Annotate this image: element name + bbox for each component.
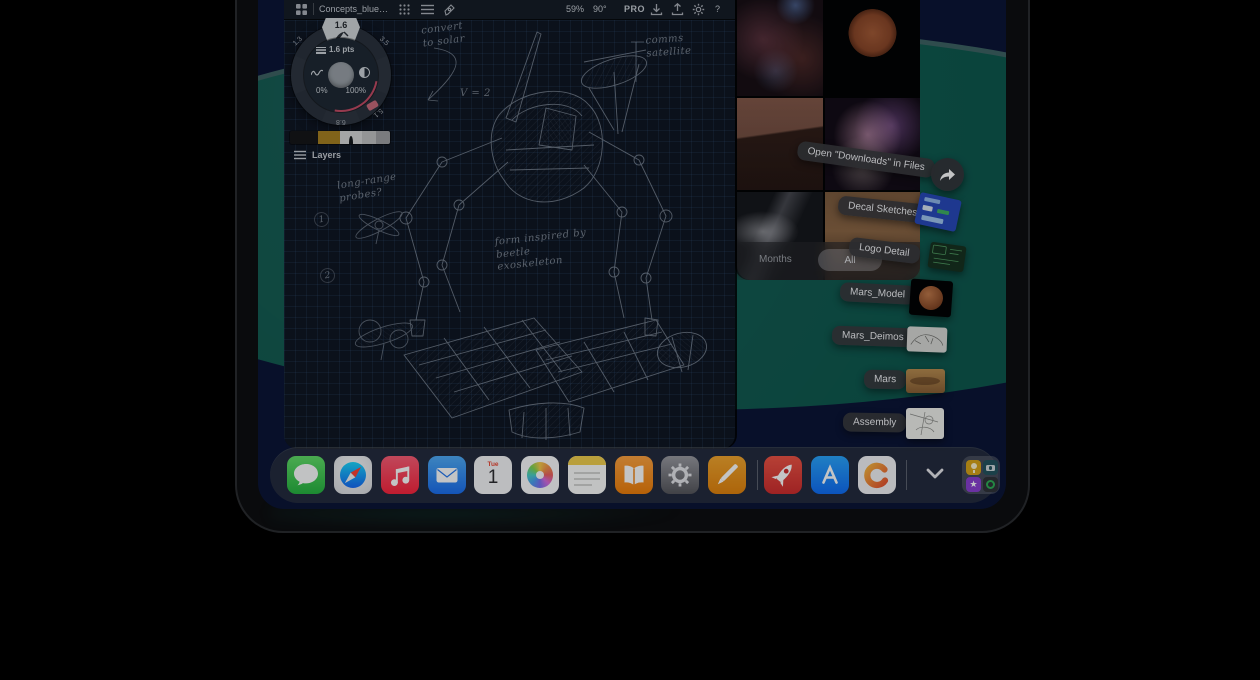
drag-label-assembly[interactable]: Assembly xyxy=(843,412,907,432)
help-button[interactable]: ? xyxy=(715,4,720,14)
swatch-dark-gray[interactable] xyxy=(376,131,390,144)
layers-label: Layers xyxy=(312,150,341,160)
photos-flower-icon xyxy=(527,462,553,488)
music-note-icon xyxy=(381,456,419,494)
ipad-screen: Concepts_blue… 59% 90° PRO ? xyxy=(258,0,1006,509)
toolbar-divider xyxy=(313,3,314,15)
dock-app-music[interactable] xyxy=(381,456,419,494)
swatch-gold[interactable] xyxy=(318,131,340,144)
stroke-weight-icon xyxy=(316,46,326,54)
dock: Tue 1 xyxy=(270,447,998,503)
swatch-gray[interactable] xyxy=(362,131,376,144)
dock-app-messages[interactable] xyxy=(287,456,325,494)
drag-thumb-mars-model[interactable] xyxy=(909,279,953,318)
brush-size-bottom[interactable]: 6.8 xyxy=(336,118,346,125)
app-library-clock-icon xyxy=(983,477,998,492)
calendar-day: 1 xyxy=(474,468,512,488)
dock-app-rocket[interactable] xyxy=(764,456,802,494)
drag-label-mars-model[interactable]: Mars_Model xyxy=(840,282,916,305)
photos-app-window: Months All xyxy=(737,0,920,280)
rotation-value[interactable]: 90° xyxy=(593,4,607,14)
export-share-icon[interactable] xyxy=(671,3,684,16)
dock-app-calendar[interactable]: Tue 1 xyxy=(474,456,512,494)
swatch-black[interactable] xyxy=(290,131,318,144)
mail-envelope-icon xyxy=(428,456,466,494)
concepts-app-window: Concepts_blue… 59% 90° PRO ? xyxy=(284,0,735,449)
photo-flame-nebula[interactable] xyxy=(737,0,823,96)
dock-app-settings[interactable] xyxy=(661,456,699,494)
opacity-min-label: 0% xyxy=(316,86,328,95)
drag-thumb-mars[interactable] xyxy=(906,369,945,393)
messages-bubble-icon xyxy=(287,456,325,494)
dock-app-concepts[interactable] xyxy=(858,456,896,494)
concepts-toolbar: Concepts_blue… 59% 90° PRO ? xyxy=(284,0,735,20)
safari-compass-icon xyxy=(334,456,372,494)
dock-app-library[interactable]: ★ xyxy=(962,456,1000,494)
segment-months[interactable]: Months xyxy=(759,254,792,265)
chevron-down-icon xyxy=(923,461,947,487)
color-preview-knob[interactable] xyxy=(328,62,354,88)
dock-app-books[interactable] xyxy=(615,456,653,494)
color-swatch-bar[interactable] xyxy=(290,131,390,144)
drag-label-mars[interactable]: Mars xyxy=(864,370,907,390)
notes-header-strip xyxy=(568,456,606,465)
dock-app-mail[interactable] xyxy=(428,456,466,494)
import-icon[interactable] xyxy=(650,3,663,16)
pen-tool-icon[interactable] xyxy=(443,3,456,16)
dock-app-safari[interactable] xyxy=(334,456,372,494)
photo-mars-planet[interactable] xyxy=(825,0,920,96)
app-library-tips-icon xyxy=(966,460,981,475)
selected-brush-size: 1.6 xyxy=(322,20,360,30)
brush-settings-disc[interactable]: 1.6 pts 0% 100% xyxy=(304,38,378,112)
document-title[interactable]: Concepts_blue… xyxy=(319,4,388,14)
settings-gear-glyph xyxy=(661,456,699,494)
settings-gear-icon[interactable] xyxy=(692,3,705,16)
workspace-grid-icon[interactable] xyxy=(295,3,308,16)
dock-app-notes[interactable] xyxy=(568,456,606,494)
swatch-light-gray[interactable] xyxy=(340,131,362,144)
annotation-version: V = 2 xyxy=(460,88,491,101)
dock-divider xyxy=(906,460,907,490)
device-reflection xyxy=(270,508,690,528)
concepts-c-icon xyxy=(858,456,896,494)
photo-orion-nebula[interactable] xyxy=(825,98,920,190)
drag-label-mars-deimos[interactable]: Mars_Deimos xyxy=(832,326,914,348)
layers-list-icon[interactable] xyxy=(420,3,435,16)
zoom-level[interactable]: 59% xyxy=(566,4,584,14)
app-library-star-icon: ★ xyxy=(966,477,981,492)
opacity-max-label: 100% xyxy=(346,86,366,95)
hamburger-icon xyxy=(294,150,306,160)
dot-grid-icon[interactable] xyxy=(398,3,411,16)
app-library-camera-icon xyxy=(983,460,998,475)
annotation-comms-satellite: comms satellite xyxy=(645,32,692,60)
opacity-icon[interactable] xyxy=(359,67,370,78)
share-forward-button[interactable] xyxy=(931,158,964,191)
drag-thumb-assembly[interactable] xyxy=(906,408,944,439)
pro-badge[interactable]: PRO xyxy=(624,4,645,14)
linea-pen-icon xyxy=(708,456,746,494)
brush-tool-wheel[interactable]: 1.6 1.3 3.5 6.8 5.1 1.6 pts 0% 100% xyxy=(291,25,391,125)
selected-swatch-dot xyxy=(349,136,353,145)
dock-app-linea[interactable] xyxy=(708,456,746,494)
forward-arrow-icon xyxy=(939,168,956,182)
dock-app-appstore[interactable] xyxy=(811,456,849,494)
rocket-icon xyxy=(764,456,802,494)
dock-divider xyxy=(757,460,758,490)
annotation-convert-to-solar: convert to solar xyxy=(421,21,466,51)
appstore-a-icon xyxy=(811,456,849,494)
dock-collapse-chevron[interactable] xyxy=(923,461,947,487)
dock-app-photos[interactable] xyxy=(521,456,559,494)
stroke-size-label[interactable]: 1.6 pts xyxy=(329,45,354,54)
drag-thumb-logo-detail[interactable] xyxy=(927,242,966,273)
books-open-book-icon xyxy=(615,456,653,494)
layers-button[interactable]: Layers xyxy=(294,150,341,160)
smoothing-icon[interactable] xyxy=(311,68,323,78)
drag-thumb-mars-deimos[interactable] xyxy=(907,326,948,352)
